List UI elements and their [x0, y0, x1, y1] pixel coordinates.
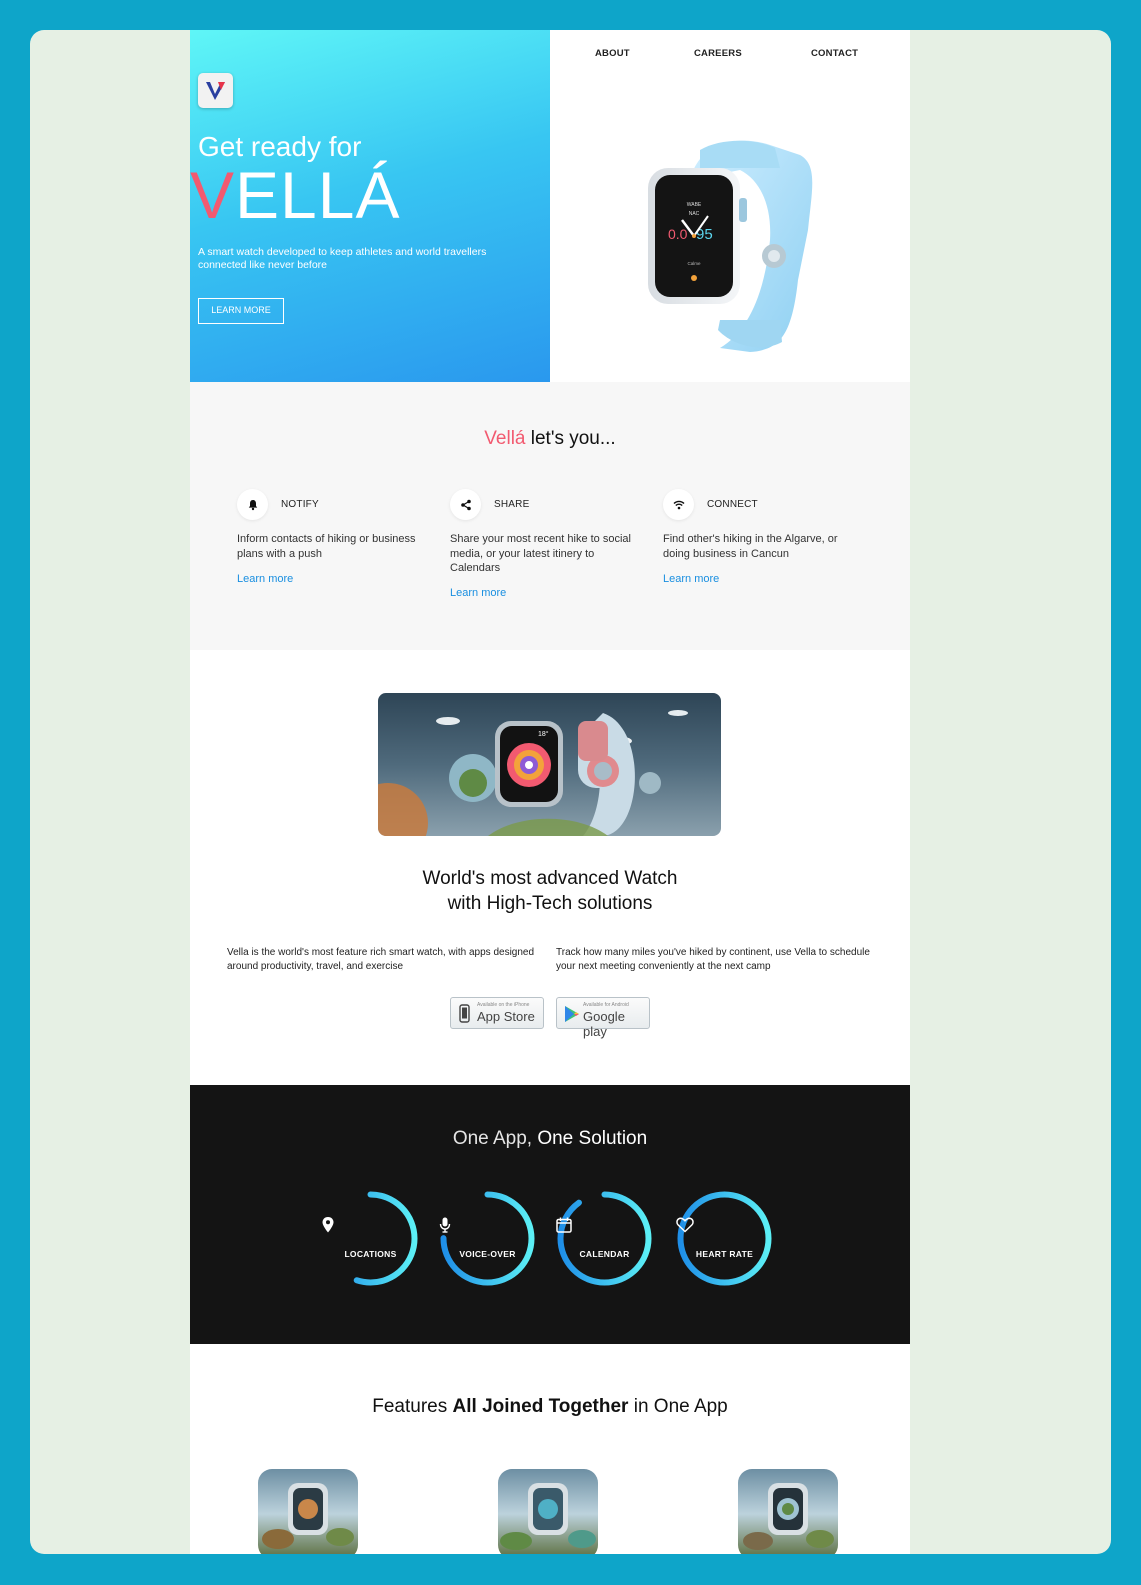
one-app-title: One App, One Solution [190, 1128, 910, 1150]
ring-label: VOICE-OVER [459, 1249, 516, 1259]
features-intro-title-rest: let's you... [525, 428, 616, 449]
joined-title-a: Features [372, 1396, 453, 1417]
app-store-button[interactable]: Available on the iPhone App Store [450, 997, 544, 1029]
features-joined-section: Features All Joined Together in One App [190, 1344, 910, 1554]
features-intro-title: Vellá let's you... [190, 428, 910, 450]
feature-description: Inform contacts of hiking or business pl… [237, 533, 416, 560]
watch-face-text-2: NAC [689, 211, 700, 217]
one-app-title-b: One Solution [537, 1128, 648, 1149]
feature-name: CONNECT [707, 499, 758, 510]
ring-calendar[interactable]: CALENDAR [556, 1190, 653, 1287]
hero-title: VELLÁ [190, 162, 401, 228]
hero-image-panel: ABOUT CAREERS CONTACT WABE NAC 0.0 95 Ca… [550, 30, 910, 382]
hero-title-initial: V [190, 158, 236, 232]
advanced-watch-title: World's most advanced Watch with High-Te… [190, 867, 910, 916]
learn-more-link[interactable]: Learn more [237, 573, 293, 585]
ring-label: CALENDAR [579, 1249, 630, 1259]
advanced-description-right: Track how many miles you've hiked by con… [556, 947, 870, 972]
feature-thumbnail[interactable] [258, 1469, 358, 1554]
advanced-title-a: World's [422, 868, 491, 889]
google-play-button[interactable]: Available for Android Google play [556, 997, 650, 1039]
hero-title-rest: ELLÁ [235, 158, 401, 232]
hero-description: A smart watch developed to keep athletes… [198, 246, 487, 271]
bell-icon [237, 489, 268, 520]
iphone-icon [459, 1004, 470, 1023]
advanced-description-left: Vella is the world's most feature rich s… [227, 947, 535, 972]
hero-section: Get ready for VELLÁ A smart watch develo… [190, 30, 910, 382]
brand-name: Vellá [484, 428, 526, 449]
joined-title-c: in One App [628, 1396, 728, 1417]
feature-description: Share your most recent hike to social me… [450, 533, 631, 574]
share-icon [450, 489, 481, 520]
advanced-title-c: with High-Tech solutions [447, 892, 653, 914]
one-app-section: One App, One Solution LOCATIONS VOICE-OV… [190, 1085, 910, 1344]
watch-fantasy-scene-image: 18° [378, 693, 721, 836]
advanced-watch-section: 18° World's most advanced Watch with Hig… [190, 650, 910, 1085]
ring-locations[interactable]: LOCATIONS [322, 1190, 419, 1287]
ring-label: LOCATIONS [344, 1249, 397, 1259]
learn-more-link[interactable]: Learn more [663, 573, 719, 585]
app-store-label: App Store [477, 1009, 535, 1024]
learn-more-button[interactable]: LEARN MORE [198, 298, 284, 324]
google-play-icon [565, 1006, 579, 1022]
vella-logo[interactable] [198, 73, 233, 108]
learn-more-link[interactable]: Learn more [450, 587, 506, 599]
smartwatch-image: WABE NAC 0.0 95 Calme [648, 140, 813, 352]
features-intro-section: Vellá let's you... NOTIFY Inform contact… [190, 382, 910, 650]
feature-name: SHARE [494, 499, 530, 510]
advanced-title-b: most advanced Watch [490, 868, 678, 889]
ring-label: HEART RATE [695, 1249, 754, 1259]
wifi-icon [663, 489, 694, 520]
watch-face-left: 0.0 [668, 226, 688, 242]
joined-title-b: All Joined Together [452, 1396, 629, 1417]
one-app-title-a: One App, [452, 1128, 538, 1149]
ring-voice-over[interactable]: VOICE-OVER [439, 1190, 536, 1287]
scene-temperature: 18° [538, 730, 549, 738]
feature-name: NOTIFY [281, 499, 319, 510]
hero-panel: Get ready for VELLÁ A smart watch develo… [190, 30, 550, 382]
google-play-caption: Available for Android [583, 1002, 629, 1008]
landing-page: Get ready for VELLÁ A smart watch develo… [190, 30, 910, 1554]
browser-frame: Get ready for VELLÁ A smart watch develo… [30, 30, 1111, 1554]
app-store-caption: Available on the iPhone [477, 1002, 530, 1008]
features-joined-title: Features All Joined Together in One App [190, 1396, 910, 1418]
feature-thumbnail[interactable] [738, 1469, 838, 1554]
watch-face-text-1: WABE [687, 202, 702, 208]
feature-description: Find other's hiking in the Algarve, or d… [663, 533, 838, 560]
ring-heart-rate[interactable]: HEART RATE [676, 1190, 773, 1287]
google-play-label: Google play [583, 1009, 625, 1039]
feature-thumbnail[interactable] [498, 1469, 598, 1554]
watch-face-bottom: Calme [687, 261, 701, 266]
